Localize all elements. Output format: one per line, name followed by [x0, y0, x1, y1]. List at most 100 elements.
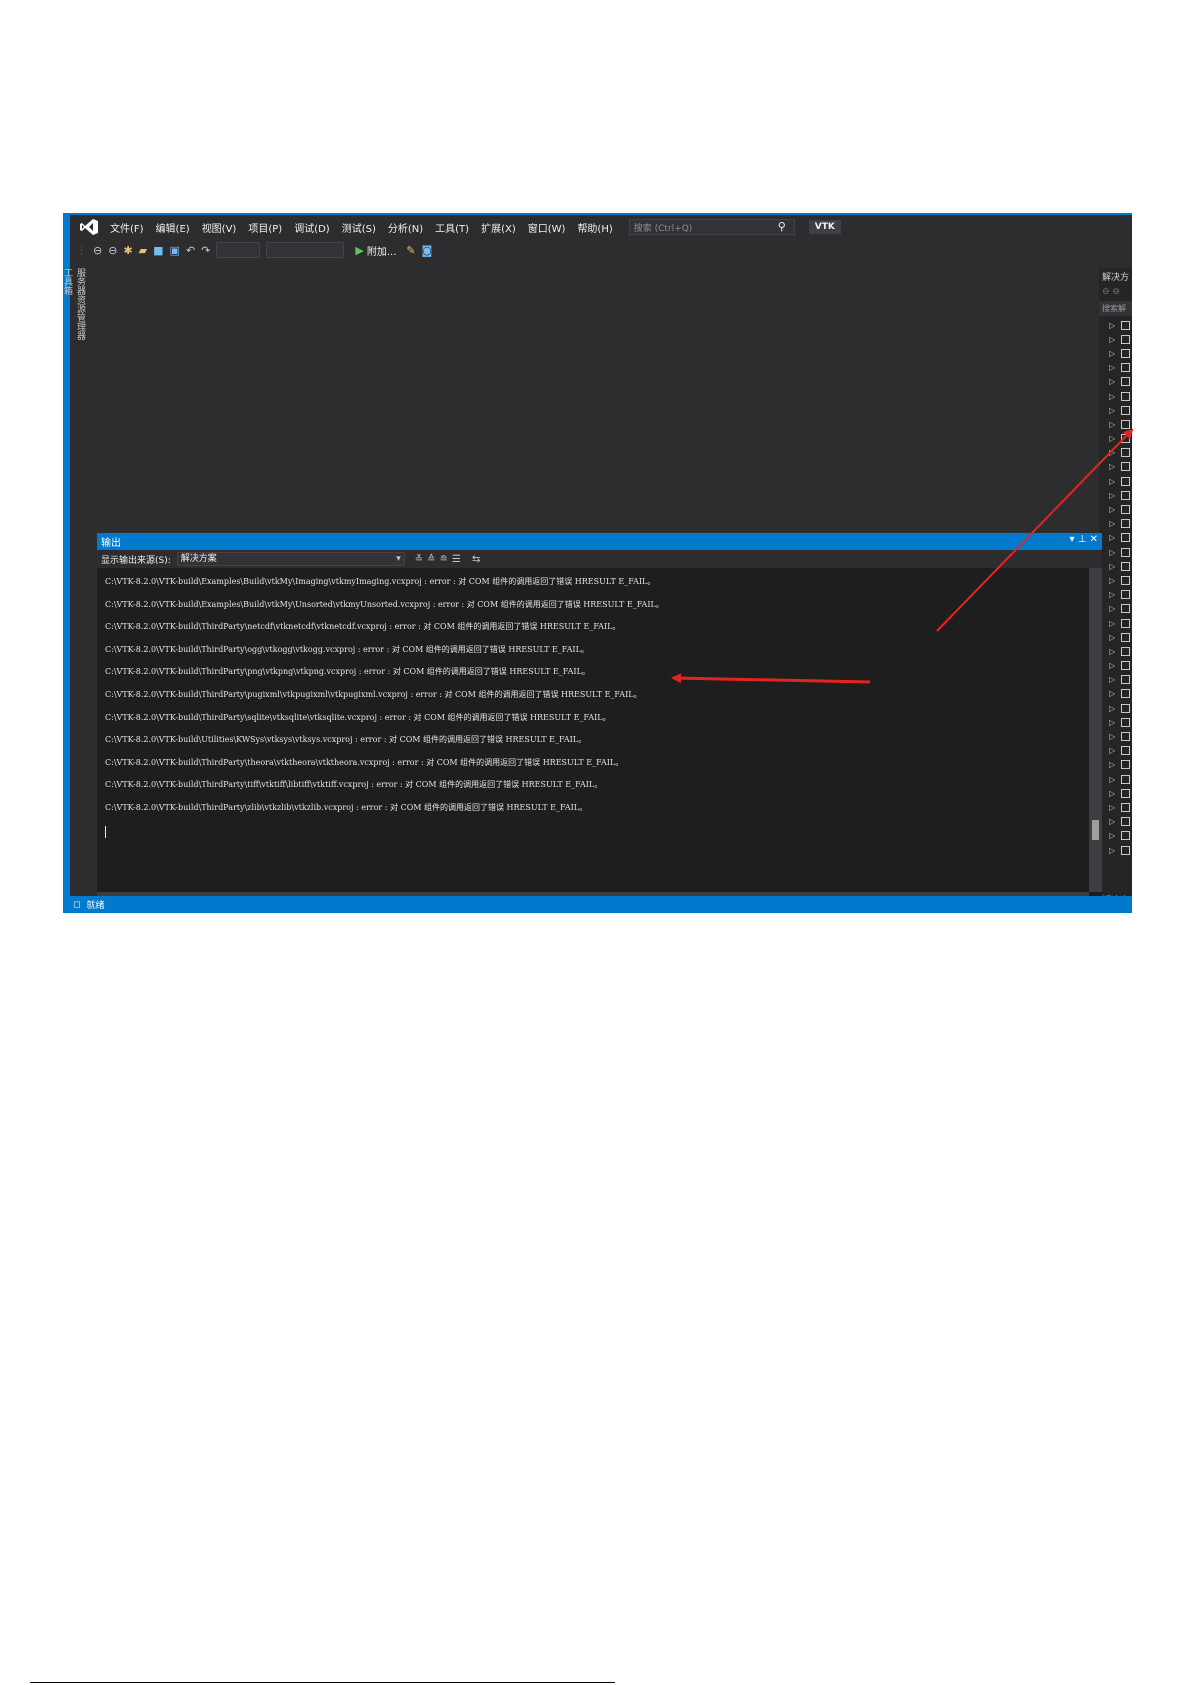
tree-item[interactable]: ▷ [1099, 531, 1132, 545]
configuration-dropdown[interactable] [216, 242, 261, 258]
attach-button[interactable]: 附加... [367, 243, 397, 258]
tree-item[interactable]: ▷ [1099, 588, 1132, 602]
vertical-scrollbar[interactable] [1089, 568, 1102, 892]
expand-icon[interactable]: ▷ [1109, 462, 1115, 471]
menu-view[interactable]: 视图(V) [198, 220, 245, 235]
tree-item[interactable]: ▷ [1099, 545, 1132, 559]
tab-server-explorer[interactable]: 服务器资源管理器 [74, 268, 87, 340]
tree-item[interactable]: ▷ [1099, 446, 1132, 460]
tree-item[interactable]: ▷ [1099, 460, 1132, 474]
tab-toolbox[interactable]: 工具箱 [63, 268, 74, 340]
expand-icon[interactable]: ▷ [1109, 846, 1115, 855]
expand-icon[interactable]: ▷ [1109, 647, 1115, 656]
tree-item[interactable]: ▷ [1099, 659, 1132, 673]
tree-item[interactable]: ▷ [1099, 701, 1132, 715]
expand-icon[interactable]: ▷ [1109, 689, 1115, 698]
expand-icon[interactable]: ▷ [1109, 548, 1115, 557]
tree-item[interactable]: ▷ [1099, 744, 1132, 758]
expand-icon[interactable]: ▷ [1109, 519, 1115, 528]
expand-icon[interactable]: ▷ [1109, 760, 1115, 769]
tree-item[interactable]: ▷ [1099, 687, 1132, 701]
tree-item[interactable]: ▷ [1099, 673, 1132, 687]
tree-item[interactable]: ▷ [1099, 332, 1132, 346]
tree-item[interactable]: ▷ [1099, 488, 1132, 502]
expand-icon[interactable]: ▷ [1109, 363, 1115, 372]
tree-item[interactable]: ▷ [1099, 318, 1132, 332]
menu-help[interactable]: 帮助(H) [573, 220, 620, 235]
menu-test[interactable]: 测试(S) [338, 220, 384, 235]
screenshot-icon[interactable]: ◙ [422, 244, 433, 257]
redo-icon[interactable]: ↷ [201, 244, 210, 257]
expand-icon[interactable]: ▷ [1109, 377, 1115, 386]
expand-icon[interactable]: ▷ [1109, 491, 1115, 500]
expand-icon[interactable]: ▷ [1109, 349, 1115, 358]
tree-item[interactable]: ▷ [1099, 403, 1132, 417]
expand-icon[interactable]: ▷ [1109, 817, 1115, 826]
expand-icon[interactable]: ▷ [1109, 775, 1115, 784]
tree-item[interactable]: ▷ [1099, 346, 1132, 360]
tree-item[interactable]: ▷ [1099, 559, 1132, 573]
expand-icon[interactable]: ▷ [1109, 448, 1115, 457]
navigate-back-icon[interactable]: ⊖ [93, 244, 102, 257]
expand-icon[interactable]: ▷ [1109, 434, 1115, 443]
navigate-forward-icon[interactable]: ⊖ [108, 244, 117, 257]
tree-item[interactable]: ▷ [1099, 474, 1132, 488]
tree-item[interactable]: ▷ [1099, 729, 1132, 743]
output-source-select[interactable]: 解决方案 [176, 552, 405, 566]
close-icon[interactable]: ✕ [1090, 534, 1098, 545]
undo-icon[interactable]: ↶ [186, 244, 195, 257]
output-text-area[interactable]: C:\VTK-8.2.0\VTK-build\Examples\Build\vt… [97, 568, 1089, 892]
expand-icon[interactable]: ▷ [1109, 562, 1115, 571]
search-input[interactable]: 搜索 (Ctrl+Q) ⚲ [628, 219, 795, 235]
solution-explorer-search[interactable]: 搜索解 [1099, 301, 1132, 316]
expand-icon[interactable]: ▷ [1109, 619, 1115, 628]
menu-edit[interactable]: 编辑(E) [152, 220, 198, 235]
menu-analyze[interactable]: 分析(N) [384, 220, 431, 235]
menu-file[interactable]: 文件(F) [106, 220, 152, 235]
save-all-icon[interactable]: ▣ [170, 244, 180, 257]
start-icon[interactable]: ▶ [355, 244, 363, 257]
expand-icon[interactable]: ▷ [1109, 789, 1115, 798]
menu-window[interactable]: 窗口(W) [524, 220, 574, 235]
menu-tools[interactable]: 工具(T) [431, 220, 477, 235]
tree-item[interactable]: ▷ [1099, 602, 1132, 616]
menu-project[interactable]: 项目(P) [244, 220, 290, 235]
tree-item[interactable]: ▷ [1099, 573, 1132, 587]
tree-item[interactable]: ▷ [1099, 800, 1132, 814]
platform-dropdown[interactable] [266, 242, 345, 258]
tree-item[interactable]: ▷ [1099, 772, 1132, 786]
tree-item[interactable]: ▷ [1099, 630, 1132, 644]
hot-reload-icon[interactable]: ✎ [406, 244, 415, 257]
expand-icon[interactable]: ▷ [1109, 604, 1115, 613]
tree-item[interactable]: ▷ [1099, 432, 1132, 446]
expand-icon[interactable]: ▷ [1109, 633, 1115, 642]
expand-icon[interactable]: ▷ [1109, 675, 1115, 684]
tree-item[interactable]: ▷ [1099, 644, 1132, 658]
save-icon[interactable]: ■ [153, 244, 163, 257]
tree-item[interactable]: ▷ [1099, 616, 1132, 630]
expand-icon[interactable]: ▷ [1109, 661, 1115, 670]
expand-icon[interactable]: ▷ [1109, 335, 1115, 344]
tree-item[interactable]: ▷ [1099, 361, 1132, 375]
tree-item[interactable]: ▷ [1099, 843, 1132, 857]
expand-icon[interactable]: ▷ [1109, 321, 1115, 330]
dropdown-icon[interactable]: ▾ [1069, 534, 1074, 545]
tree-item[interactable]: ▷ [1099, 502, 1132, 516]
expand-icon[interactable]: ▷ [1109, 533, 1115, 542]
expand-icon[interactable]: ▷ [1109, 505, 1115, 514]
tree-item[interactable]: ▷ [1099, 715, 1132, 729]
tree-item[interactable]: ▷ [1099, 829, 1132, 843]
expand-icon[interactable]: ▷ [1109, 392, 1115, 401]
pin-icon[interactable]: ⊥ [1078, 534, 1087, 545]
menu-debug[interactable]: 调试(D) [290, 220, 338, 235]
expand-icon[interactable]: ▷ [1109, 746, 1115, 755]
tree-item[interactable]: ▷ [1099, 417, 1132, 431]
scrollbar-thumb[interactable] [1092, 820, 1099, 840]
menu-extensions[interactable]: 扩展(X) [477, 220, 524, 235]
expand-icon[interactable]: ▷ [1109, 406, 1115, 415]
tree-item[interactable]: ▷ [1099, 375, 1132, 389]
expand-icon[interactable]: ▷ [1109, 803, 1115, 812]
new-project-icon[interactable]: ✱ [123, 244, 132, 257]
expand-icon[interactable]: ▷ [1109, 477, 1115, 486]
tree-item[interactable]: ▷ [1099, 389, 1132, 403]
